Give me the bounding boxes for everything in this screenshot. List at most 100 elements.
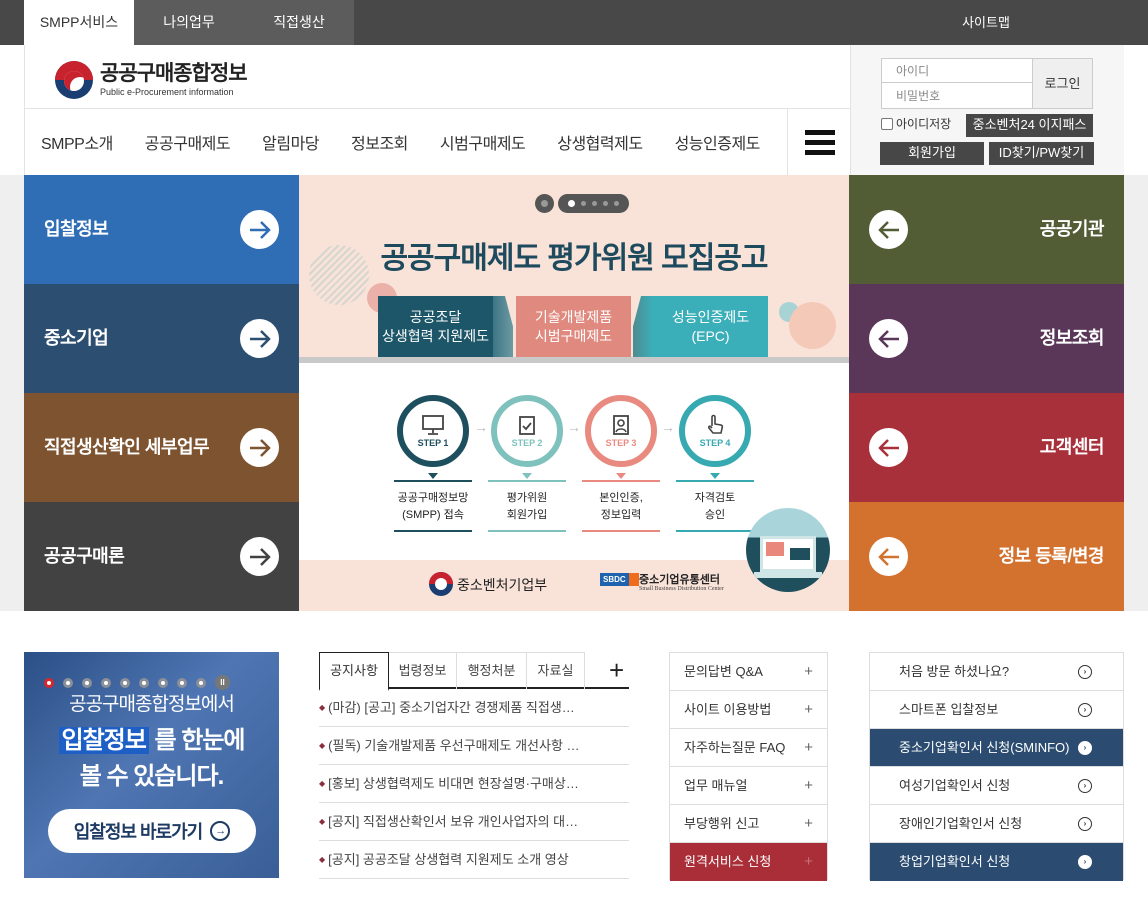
checkbox-icon[interactable] [881, 117, 893, 130]
banner-stop-button[interactable] [535, 194, 554, 213]
login-button[interactable]: 로그인 [1033, 58, 1093, 109]
step-caption: 본인인증, 정보입력 [582, 480, 660, 532]
cert-link-disabled[interactable]: 장애인기업확인서 신청 › [870, 805, 1123, 843]
sbdc-name-en: Small Business Distribution Center [639, 586, 724, 592]
bid-info-shortcut-button[interactable]: 입찰정보 바로가기 → [48, 809, 256, 853]
tab-library[interactable]: 자료실 [527, 652, 585, 689]
banner-dot[interactable] [581, 201, 586, 206]
panel-info-register[interactable]: 정보 등록/변경 [849, 502, 1124, 611]
cert-link-startup[interactable]: 창업기업확인서 신청 › [870, 843, 1123, 881]
panel-bid-info[interactable]: 입찰정보 [24, 175, 299, 284]
link-label: 장애인기업확인서 신청 [899, 816, 1023, 831]
box-line: (EPC) [691, 327, 730, 344]
nav-notice-board[interactable]: 알림마당 [262, 130, 319, 154]
promo-line-3: 볼 수 있습니다. [79, 763, 224, 790]
promo-dot[interactable] [63, 677, 73, 688]
nav-pilot-purchase[interactable]: 시범구매제도 [440, 130, 526, 154]
id-input[interactable] [881, 58, 1033, 83]
notice-item[interactable]: ◆ (필독) 기술개발제품 우선구매제도 개선사항 … [319, 727, 629, 765]
step-3: STEP 3 [585, 395, 657, 467]
tab-admin-disposition[interactable]: 행정처분 [457, 652, 527, 689]
panel-procurement-loan[interactable]: 공공구매론 [24, 502, 299, 611]
find-id-pw-button[interactable]: ID찾기/PW찾기 [989, 142, 1094, 165]
clipboard-check-icon [519, 416, 535, 435]
main-banner[interactable]: 공공구매제도 평가위원 모집공고 공공조달 상생협력 지원제도 기술개발제품 시… [299, 175, 849, 611]
banner-dot[interactable] [614, 201, 619, 206]
promo-pager: II [44, 675, 230, 690]
banner-footer-logos: 중소벤처기업부 SBDC 중소기업유통센터 Small Business Dis… [299, 560, 849, 611]
tab-direct-production[interactable]: 직접생산 [244, 0, 354, 45]
bullet-icon: ◆ [319, 855, 326, 864]
promo-dot[interactable] [82, 677, 92, 688]
nav-public-procurement[interactable]: 공공구매제도 [145, 130, 231, 154]
cert-link-sminfo[interactable]: 중소기업확인서 신청(SMINFO) › [870, 729, 1123, 767]
easypass-button[interactable]: 중소벤처24 이지패스 [966, 114, 1093, 137]
panel-info-search[interactable]: 정보조회 [849, 284, 1124, 393]
tab-my-work[interactable]: 나의업무 [134, 0, 244, 45]
chevron-circle-right-icon: › [1078, 817, 1092, 831]
step-pointer-icon [616, 473, 626, 479]
panel-public-agency[interactable]: 공공기관 [849, 175, 1124, 284]
tab-notice[interactable]: 공지사항 [319, 652, 389, 691]
panel-direct-production[interactable]: 직접생산확인 세부업무 [24, 393, 299, 502]
promo-dot[interactable] [177, 677, 187, 688]
promo-dot[interactable] [196, 677, 206, 688]
arrow-right-icon [240, 319, 279, 358]
join-button[interactable]: 회원가입 [880, 142, 984, 165]
cert-link-mobile-bid[interactable]: 스마트폰 입찰정보 › [870, 691, 1123, 729]
notice-item[interactable]: ◆ (마감) [공고] 중소기업자간 경쟁제품 직접생… [319, 689, 629, 727]
quick-link-qna[interactable]: 문의답변 Q&A + [670, 653, 827, 691]
banner-dot[interactable] [568, 200, 575, 207]
nav-cooperation[interactable]: 상생협력제도 [557, 130, 643, 154]
step-arrow-icon: → [567, 419, 581, 435]
notice-board: 공지사항 법령정보 행정처분 자료실 + ◆ (마감) [공고] 중소기업자간 경… [319, 652, 629, 882]
nav-info-search[interactable]: 정보조회 [351, 130, 408, 154]
cert-link-women[interactable]: 여성기업확인서 신청 › [870, 767, 1123, 805]
promo-dot[interactable] [44, 677, 54, 688]
banner-box-epc: 성능인증제도 (EPC) [653, 296, 768, 357]
notice-title: (필독) 기술개발제품 우선구매제도 개선사항 … [328, 738, 580, 753]
hamburger-icon[interactable] [787, 109, 851, 175]
step-4: STEP 4 [679, 395, 751, 467]
banner-dot[interactable] [603, 201, 608, 206]
sitemap-link[interactable]: 사이트맵 [848, 0, 1124, 45]
caption-line: 승인 [704, 509, 726, 521]
site-logo[interactable]: 공공구매종합정보 Public e-Procurement informatio… [55, 58, 248, 102]
quick-link-manual[interactable]: 업무 매뉴얼 + [670, 767, 827, 805]
cert-link-first-visit[interactable]: 처음 방문 하셨나요? › [870, 653, 1123, 691]
link-label: 자주하는질문 FAQ [684, 740, 786, 755]
save-id-label: 아이디저장 [896, 117, 952, 131]
promo-dot[interactable] [158, 677, 168, 688]
banner-dot[interactable] [592, 201, 597, 206]
box-line: 시범구매제도 [534, 327, 613, 344]
password-input[interactable] [881, 83, 1033, 109]
pause-icon[interactable]: II [215, 675, 230, 690]
more-plus-icon[interactable]: + [609, 656, 624, 684]
promo-banner[interactable]: II 공공구매종합정보에서 입찰정보 를 한눈에 볼 수 있습니다. 입찰정보 … [24, 652, 279, 878]
save-id-checkbox[interactable]: 아이디저장 [881, 115, 951, 132]
panel-customer-center[interactable]: 고객센터 [849, 393, 1124, 502]
tab-law-info[interactable]: 법령정보 [389, 652, 457, 689]
notice-item[interactable]: ◆ [공지] 공공조달 상생협력 지원제도 소개 영상 [319, 841, 629, 879]
quick-link-report[interactable]: 부당행위 신고 + [670, 805, 827, 843]
nav-smpp-intro[interactable]: SMPP소개 [41, 130, 113, 154]
notice-title: [공지] 공공조달 상생협력 지원제도 소개 영상 [328, 852, 569, 867]
quick-link-guide[interactable]: 사이트 이용방법 + [670, 691, 827, 729]
caption-line: 본인인증, [599, 492, 643, 504]
quick-link-remote-service[interactable]: 원격서비스 신청 + [670, 843, 827, 881]
step-caption: 공공구매정보망 (SMPP) 접속 [394, 480, 472, 532]
quick-link-faq[interactable]: 자주하는질문 FAQ + [670, 729, 827, 767]
step-label: STEP 1 [417, 438, 449, 448]
tab-smpp-service[interactable]: SMPP서비스 [24, 0, 134, 45]
notice-item[interactable]: ◆ [홍보] 상생협력제도 비대면 현장설명·구매상… [319, 765, 629, 803]
nav-performance-cert[interactable]: 성능인증제도 [675, 130, 761, 154]
panel-sme[interactable]: 중소기업 [24, 284, 299, 393]
step-caption: 자격검토 승인 [676, 480, 754, 532]
arrow-left-icon [869, 537, 908, 576]
bullet-icon: ◆ [319, 817, 326, 826]
notice-item[interactable]: ◆ [공지] 직접생산확인서 보유 개인사업자의 대… [319, 803, 629, 841]
promo-dot[interactable] [120, 677, 130, 688]
promo-dot[interactable] [101, 677, 111, 688]
promo-dot[interactable] [139, 677, 149, 688]
link-label: 문의답변 Q&A [684, 664, 763, 679]
